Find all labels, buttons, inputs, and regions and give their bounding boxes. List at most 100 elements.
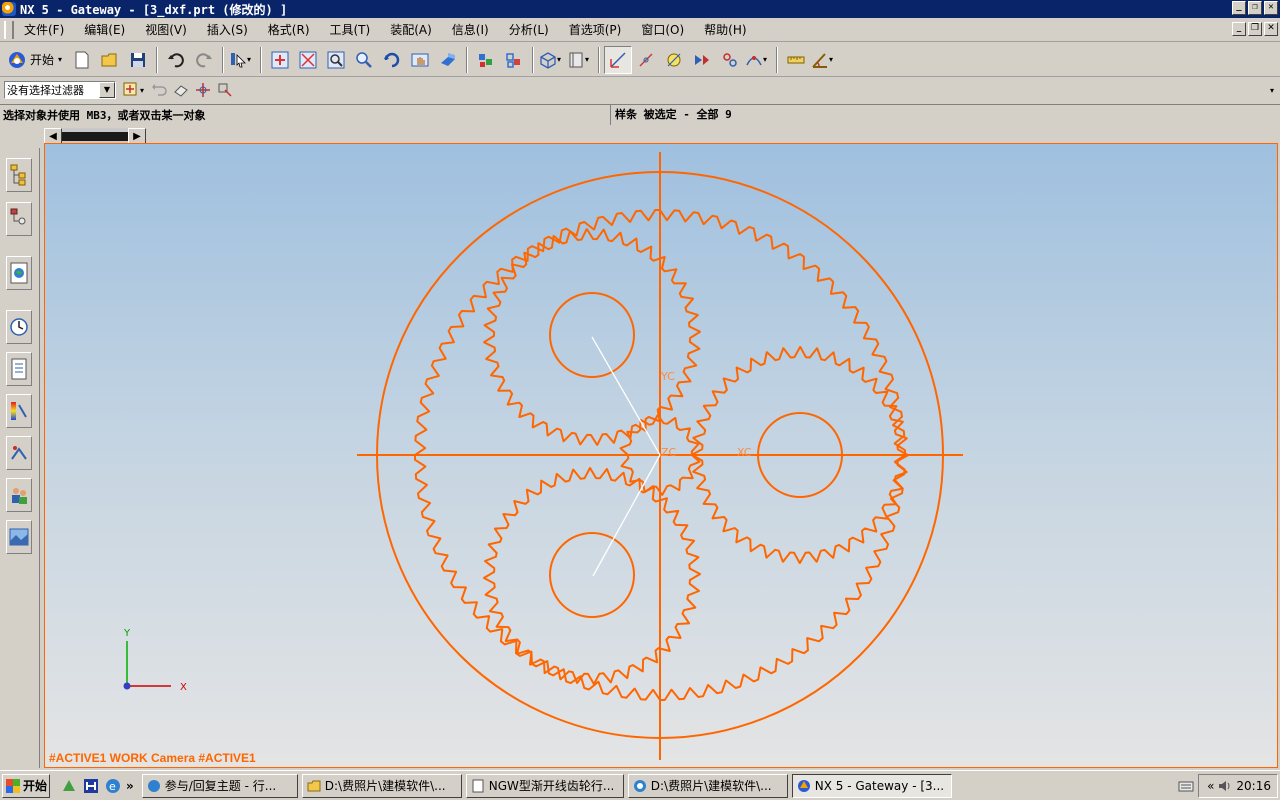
ie-quick-icon[interactable]: e	[104, 777, 122, 795]
select-target-button[interactable]	[192, 79, 214, 101]
wcs-xc-label: XC	[737, 446, 752, 459]
menu-help[interactable]: 帮助(H)	[694, 20, 756, 40]
menu-tools[interactable]: 工具(T)	[320, 20, 381, 40]
new-file-button[interactable]	[68, 46, 96, 74]
nx-quick-icon[interactable]	[82, 777, 100, 795]
landscape-image-icon	[9, 528, 29, 546]
toolbar-separator	[598, 46, 600, 73]
save-button[interactable]	[124, 46, 152, 74]
undo-button[interactable]	[162, 46, 190, 74]
volume-icon[interactable]	[1218, 779, 1232, 793]
dropdown-arrow-icon: ▾	[763, 55, 768, 64]
menu-assemblies[interactable]: 装配(A)	[380, 20, 442, 40]
wcs-yc-label: YC	[660, 370, 675, 383]
rotate-button[interactable]	[378, 46, 406, 74]
system-materials-tab[interactable]	[6, 352, 32, 386]
menu-insert[interactable]: 插入(S)	[197, 20, 258, 40]
pan-hand-icon	[411, 53, 429, 66]
toolbar-overflow-icon[interactable]: ▾	[1270, 86, 1274, 95]
taskbar-item-nx[interactable]: NX 5 - Gateway - [3...	[791, 773, 952, 798]
orient-view-button[interactable]: ▾	[538, 46, 566, 74]
control-point-button[interactable]	[632, 46, 660, 74]
general-selection-button[interactable]: ▾	[122, 79, 148, 101]
menu-preferences[interactable]: 首选项(P)	[559, 20, 632, 40]
doc-close-button[interactable]: ✕	[1264, 22, 1278, 36]
close-button[interactable]: ✕	[1264, 1, 1278, 15]
doc-restore-button[interactable]: ❐	[1248, 22, 1262, 36]
shaded-button[interactable]	[472, 46, 500, 74]
web-browser-tab[interactable]	[6, 256, 32, 290]
end-point-button[interactable]	[688, 46, 716, 74]
menu-edit[interactable]: 编辑(E)	[74, 20, 135, 40]
undo-selection-button[interactable]	[148, 79, 170, 101]
chevron-down-icon[interactable]: ▼	[99, 82, 115, 98]
keyboard-icon[interactable]	[1178, 779, 1194, 793]
desktop-icon[interactable]	[60, 777, 78, 795]
quick-pick-button[interactable]	[214, 79, 236, 101]
open-file-button[interactable]	[96, 46, 124, 74]
taskbar-item-document[interactable]: NGW型渐开线齿轮行...	[465, 773, 624, 798]
doc-minimize-button[interactable]: _	[1232, 22, 1246, 36]
taskbar-item-browser[interactable]: 参与/回复主题 - 行...	[141, 773, 298, 798]
point-on-curve-button[interactable]: ▾	[744, 46, 772, 74]
fit-view-icon	[271, 51, 289, 68]
visual-effects-tab[interactable]	[6, 394, 32, 428]
menu-information[interactable]: 信息(I)	[442, 20, 499, 40]
planet-bore-lower	[549, 532, 635, 618]
restore-button[interactable]: ❐	[1248, 1, 1262, 15]
zoom-icon	[327, 51, 345, 68]
system-scene-tab[interactable]	[6, 520, 32, 554]
triad-z-axis	[123, 682, 131, 690]
taskbar-item-label: NX 5 - Gateway - [3...	[814, 778, 945, 793]
zoom-in-out-button[interactable]	[350, 46, 378, 74]
crosshair-icon	[196, 83, 210, 97]
measure-distance-button[interactable]	[782, 46, 810, 74]
menubar-grip[interactable]	[4, 20, 14, 39]
dropdown-arrow-icon: ▾	[585, 55, 590, 64]
zoom-window-button[interactable]	[294, 46, 322, 74]
intersection-button[interactable]	[716, 46, 744, 74]
taskbar-item-label: D:\费照片\建模软件\...	[324, 779, 446, 793]
part-navigator-tab[interactable]	[6, 202, 32, 236]
taskbar-item-folder-1[interactable]: D:\费照片\建模软件\...	[301, 773, 462, 798]
deselect-all-button[interactable]	[170, 79, 192, 101]
redo-button[interactable]	[190, 46, 218, 74]
information-button[interactable]: ▾	[228, 46, 256, 74]
roles-tab[interactable]	[6, 478, 32, 512]
windows-start-button[interactable]: 开始	[2, 773, 50, 798]
fit-button[interactable]	[266, 46, 294, 74]
cube-view-icon	[540, 51, 556, 69]
dropdown-arrow-icon: ▾	[247, 55, 252, 64]
point-on-curve-icon	[746, 55, 762, 65]
menu-analysis[interactable]: 分析(L)	[499, 20, 559, 40]
menu-format[interactable]: 格式(R)	[258, 20, 320, 40]
type-filter-select[interactable]: 没有选择过滤器 ▼	[4, 81, 116, 99]
eraser-icon	[174, 85, 188, 97]
display-mode-button[interactable]: ▾	[566, 46, 594, 74]
status-line-text: 样条 被选定 - 全部 9	[610, 104, 1222, 125]
intersection-icon	[723, 52, 737, 67]
wireframe-button[interactable]	[500, 46, 528, 74]
taskbar-item-folder-2[interactable]: D:\费照片\建模软件\...	[627, 773, 788, 798]
menu-view[interactable]: 视图(V)	[135, 20, 197, 40]
assembly-navigator-tab[interactable]	[6, 158, 32, 192]
snap-point-button[interactable]	[604, 45, 632, 74]
history-tab[interactable]	[6, 310, 32, 344]
menu-window[interactable]: 窗口(O)	[631, 20, 694, 40]
zoom-button[interactable]	[322, 46, 350, 74]
triad-x-label: X	[180, 682, 187, 693]
quick-launch-overflow-icon[interactable]: »	[126, 779, 134, 793]
nx-app-icon	[2, 2, 16, 16]
perspective-button[interactable]	[434, 46, 462, 74]
measure-angle-button[interactable]: ▾	[810, 46, 838, 74]
tray-expand-icon[interactable]: «	[1207, 779, 1214, 793]
minimize-button[interactable]: _	[1232, 1, 1246, 15]
start-menu-button[interactable]: 开始 ▾	[4, 46, 68, 74]
menu-file[interactable]: 文件(F)	[14, 20, 74, 40]
window-title: NX 5 - Gateway - [3_dxf.prt (修改的) ]	[20, 2, 288, 17]
pan-button[interactable]	[406, 46, 434, 74]
midpoint-button[interactable]	[660, 46, 688, 74]
graphics-window[interactable]: YC XC ZC Y X #ACTIVE1 WORK Camera #ACTIV…	[44, 143, 1278, 768]
taskbar-item-label: 参与/回复主题 - 行...	[164, 779, 277, 793]
process-studio-tab[interactable]	[6, 436, 32, 470]
